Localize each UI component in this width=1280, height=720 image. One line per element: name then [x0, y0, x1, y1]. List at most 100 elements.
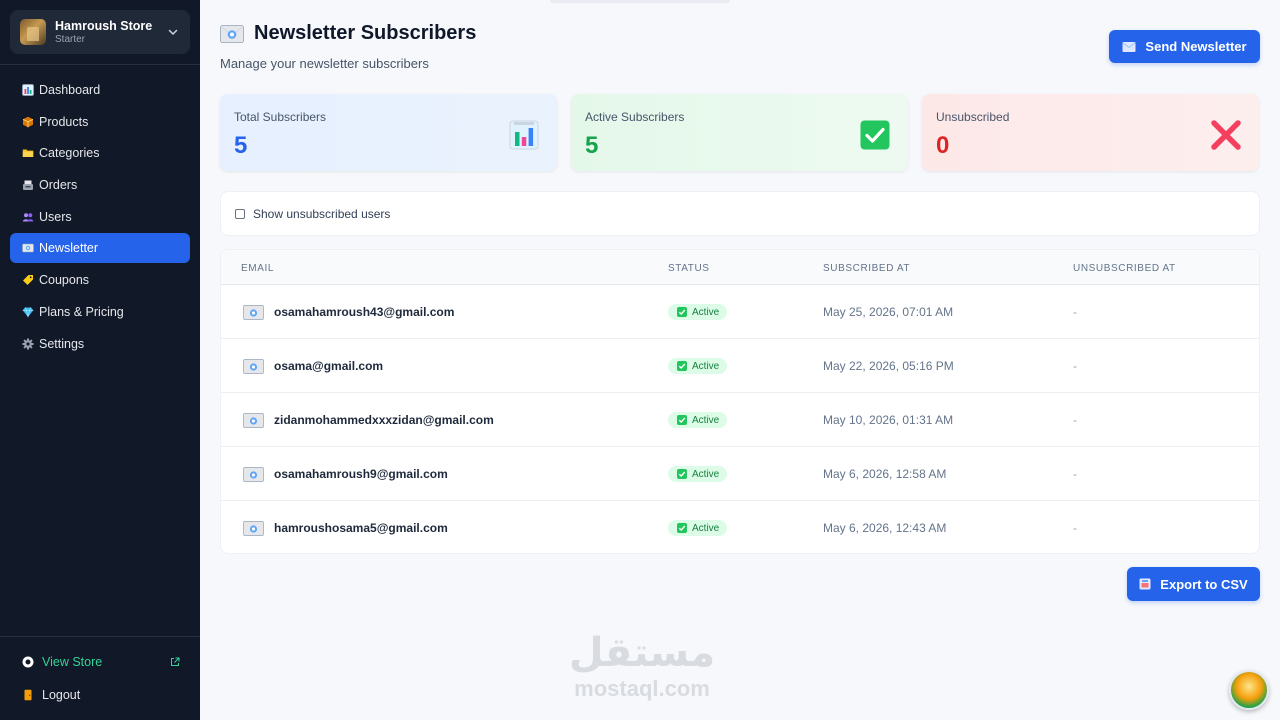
store-name: Hamroush Store [55, 18, 153, 33]
sidebar-item-label: Newsletter [39, 241, 99, 256]
status-badge: Active [668, 304, 728, 320]
logout-label: Logout [42, 688, 81, 702]
status-badge: Active [668, 412, 728, 428]
sidebar-item-users[interactable]: Users [10, 202, 190, 232]
subscriber-email: osamahamroush9@gmail.com [274, 467, 448, 481]
send-newsletter-label: Send Newsletter [1145, 39, 1247, 54]
column-header-email: EMAIL [241, 263, 275, 274]
sidebar-item-newsletter[interactable]: Newsletter [10, 233, 190, 264]
status-label: Active [692, 306, 720, 318]
users-icon [22, 211, 34, 223]
sidebar-item-label: Categories [39, 146, 100, 161]
sidebar-item-label: Dashboard [39, 83, 101, 97]
sidebar-item-plans-pricing[interactable]: Plans & Pricing [10, 297, 190, 327]
watermark: مستقل mostaql.com [562, 630, 722, 702]
gem-icon [22, 306, 34, 318]
table-row: osamahamroush9@gmail.com Active May 6, 2… [221, 447, 1259, 501]
table-row: osamahamroush43@gmail.com Active May 25,… [221, 285, 1259, 339]
store-logo [20, 19, 46, 45]
unsubscribed-at: - [1073, 359, 1077, 373]
tag-icon [22, 274, 34, 286]
floating-avatar-button[interactable] [1229, 670, 1269, 710]
status-label: Active [692, 522, 720, 534]
stat-card-total-subscribers: Total Subscribers 5 [220, 94, 557, 171]
subscribed-at: May 10, 2026, 01:31 AM [823, 413, 954, 427]
subscribed-at: May 22, 2026, 05:16 PM [823, 359, 954, 373]
bar-chart-icon [22, 84, 34, 96]
export-csv-label: Export to CSV [1160, 576, 1248, 592]
sidebar: Hamroush Store Starter Dashboard Product… [0, 0, 200, 720]
sidebar-divider [0, 636, 200, 637]
sidebar-item-label: Users [39, 209, 72, 224]
check-icon [677, 307, 687, 317]
subscriber-email: osama@gmail.com [274, 359, 384, 373]
main-content: Newsletter Subscribers Manage your newsl… [200, 0, 1280, 720]
logout-button[interactable]: Logout [10, 681, 190, 709]
sidebar-item-products[interactable]: Products [10, 107, 190, 137]
sidebar-item-settings[interactable]: Settings [10, 329, 190, 359]
sidebar-item-label: Products [39, 114, 89, 129]
show-unsubscribed-label[interactable]: Show unsubscribed users [253, 207, 390, 221]
send-newsletter-button[interactable]: Send Newsletter [1109, 30, 1260, 63]
check-icon [677, 469, 687, 479]
export-csv-button[interactable]: Export to CSV [1127, 567, 1260, 601]
package-icon [22, 116, 34, 128]
sidebar-item-orders[interactable]: Orders [10, 170, 190, 200]
top-scroll-indicator [550, 0, 730, 3]
cash-register-icon [22, 179, 34, 191]
unsubscribed-at: - [1073, 467, 1077, 481]
sidebar-nav: Dashboard Products Categories Orders Use… [10, 75, 190, 360]
store-switcher[interactable]: Hamroush Store Starter [10, 10, 190, 54]
check-icon [677, 361, 687, 371]
sidebar-item-label: Plans & Pricing [39, 304, 124, 319]
stat-label: Unsubscribed [936, 110, 1010, 124]
envelope-icon [243, 466, 264, 482]
export-file-icon [1139, 578, 1151, 590]
filter-bar: Show unsubscribed users [220, 191, 1260, 236]
unsubscribed-at: - [1073, 521, 1077, 535]
subscriber-email: zidanmohammedxxxzidan@gmail.com [274, 413, 494, 427]
subscribed-at: May 25, 2026, 07:01 AM [823, 305, 954, 319]
stat-label: Total Subscribers [234, 110, 327, 124]
stat-card-active-subscribers: Active Subscribers 5 [571, 94, 908, 171]
status-label: Active [692, 468, 720, 480]
stat-card-unsubscribed: Unsubscribed 0 [922, 94, 1259, 171]
view-store-label: View Store [42, 655, 103, 669]
sidebar-item-label: Coupons [39, 273, 90, 288]
check-icon [677, 523, 687, 533]
store-plan: Starter [55, 33, 86, 45]
sidebar-item-label: Orders [39, 178, 78, 193]
stat-value: 5 [234, 132, 248, 159]
door-icon [22, 689, 34, 701]
folder-icon [22, 147, 34, 159]
view-store-link[interactable]: View Store [10, 648, 190, 676]
chevron-down-icon [166, 25, 180, 39]
subscribed-at: May 6, 2026, 12:43 AM [823, 521, 947, 535]
sidebar-divider [0, 64, 200, 65]
subscribed-at: May 6, 2026, 12:58 AM [823, 467, 947, 481]
store-globe-icon [22, 656, 34, 668]
page-title: Newsletter Subscribers [254, 22, 477, 44]
page-header: Newsletter Subscribers [220, 22, 476, 45]
status-badge: Active [668, 358, 728, 374]
external-link-icon [170, 656, 180, 666]
check-icon [677, 415, 687, 425]
sidebar-item-categories[interactable]: Categories [10, 138, 190, 168]
sidebar-item-dashboard[interactable]: Dashboard [10, 75, 190, 105]
subscriber-email: hamroushosama5@gmail.com [274, 521, 448, 535]
bar-chart-icon [509, 120, 539, 150]
envelope-icon [1122, 41, 1136, 53]
table-row: zidanmohammedxxxzidan@gmail.com Active M… [221, 393, 1259, 447]
watermark-latin: mostaql.com [574, 676, 710, 701]
stat-value: 0 [936, 132, 950, 159]
envelope-icon [243, 304, 264, 320]
sidebar-item-coupons[interactable]: Coupons [10, 265, 190, 295]
show-unsubscribed-checkbox[interactable] [235, 208, 245, 219]
column-header-status: STATUS [668, 263, 710, 274]
watermark-arabic: مستقل [568, 630, 716, 676]
unsubscribed-at: - [1073, 305, 1077, 319]
table-row: hamroushosama5@gmail.com Active May 6, 2… [221, 501, 1259, 553]
subscribers-table: EMAIL STATUS SUBSCRIBED AT UNSUBSCRIBED … [220, 249, 1260, 554]
table-row: osama@gmail.com Active May 22, 2026, 05:… [221, 339, 1259, 393]
gear-icon [22, 338, 34, 350]
